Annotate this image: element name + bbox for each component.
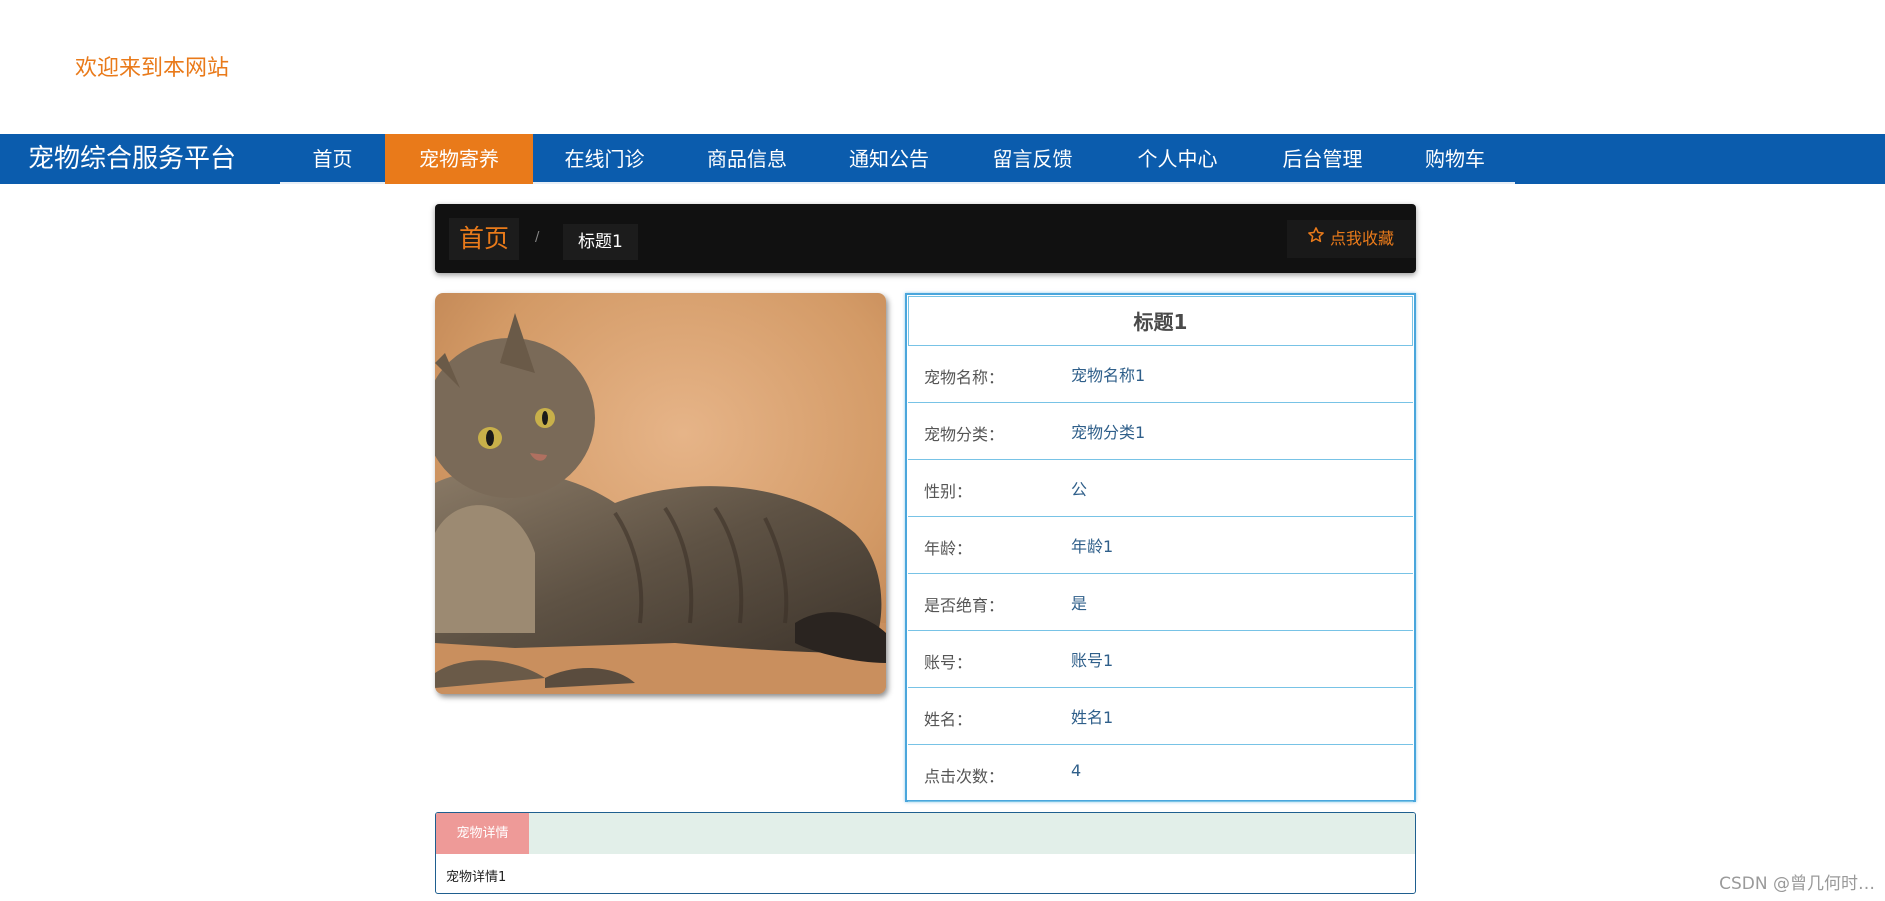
info-label: 年龄： xyxy=(924,539,973,558)
info-row-age: 年龄： 年龄1 xyxy=(908,517,1413,574)
nav-item-home[interactable]: 首页 xyxy=(280,134,385,184)
info-row-click-count: 点击次数： 4 xyxy=(908,745,1413,802)
favorite-label: 点我收藏 xyxy=(1329,229,1394,248)
pet-photo xyxy=(435,293,886,694)
watermark: CSDN @曾几何时… xyxy=(1719,874,1875,894)
nav-item-notices[interactable]: 通知公告 xyxy=(818,134,960,184)
info-row-pet-name: 宠物名称： 宠物名称1 xyxy=(908,346,1413,403)
info-value: 4 xyxy=(1071,761,1082,780)
info-row-name: 姓名： 姓名1 xyxy=(908,688,1413,745)
nav-item-admin[interactable]: 后台管理 xyxy=(1250,134,1395,184)
breadcrumb-separator: / xyxy=(535,230,540,245)
nav-item-cart[interactable]: 购物车 xyxy=(1395,134,1515,184)
main-navbar: 宠物综合服务平台 首页 宠物寄养 在线门诊 商品信息 通知公告 留言反馈 个人中… xyxy=(0,134,1885,184)
info-value: 年龄1 xyxy=(1071,537,1114,556)
site-brand[interactable]: 宠物综合服务平台 xyxy=(28,134,236,184)
info-row-gender: 性别： 公 xyxy=(908,460,1413,517)
info-label: 账号： xyxy=(924,653,973,672)
info-row-neutered: 是否绝育： 是 xyxy=(908,574,1413,631)
info-label: 姓名： xyxy=(924,710,973,729)
info-label: 性别： xyxy=(924,482,973,501)
info-row-account: 账号： 账号1 xyxy=(908,631,1413,688)
nav-item-pet-boarding[interactable]: 宠物寄养 xyxy=(385,134,533,184)
info-row-pet-category: 宠物分类： 宠物分类1 xyxy=(908,403,1413,460)
info-value: 账号1 xyxy=(1071,651,1114,670)
detail-tab-bar: 宠物详情 xyxy=(436,813,1415,854)
info-value: 姓名1 xyxy=(1071,708,1114,727)
pet-detail-panel: 宠物详情 宠物详情1 xyxy=(435,812,1416,894)
star-icon xyxy=(1307,220,1330,258)
pet-info-title: 标题1 xyxy=(908,296,1413,346)
info-label: 宠物分类： xyxy=(924,425,1005,444)
pet-info-panel: 标题1 宠物名称： 宠物名称1 宠物分类： 宠物分类1 性别： 公 年龄： 年龄… xyxy=(905,293,1416,802)
info-label: 点击次数： xyxy=(924,767,1005,786)
breadcrumb: 首页 / 标题1 点我收藏 xyxy=(435,204,1416,273)
breadcrumb-home[interactable]: 首页 xyxy=(449,218,520,260)
favorite-button[interactable]: 点我收藏 xyxy=(1286,220,1416,258)
pet-detail-content: 宠物详情1 xyxy=(446,870,507,885)
welcome-text: 欢迎来到本网站 xyxy=(75,56,230,81)
info-value: 宠物分类1 xyxy=(1071,423,1146,442)
info-label: 是否绝育： xyxy=(924,596,1005,615)
nav-menu: 首页 宠物寄养 在线门诊 商品信息 通知公告 留言反馈 个人中心 后台管理 购物… xyxy=(280,134,1515,184)
info-value: 公 xyxy=(1071,480,1088,499)
info-value: 宠物名称1 xyxy=(1071,366,1146,385)
nav-item-feedback[interactable]: 留言反馈 xyxy=(960,134,1105,184)
breadcrumb-current: 标题1 xyxy=(563,224,638,260)
info-label: 宠物名称： xyxy=(924,368,1005,387)
info-value: 是 xyxy=(1071,594,1088,613)
nav-item-personal-center[interactable]: 个人中心 xyxy=(1105,134,1250,184)
nav-item-online-clinic[interactable]: 在线门诊 xyxy=(533,134,676,184)
tab-pet-detail[interactable]: 宠物详情 xyxy=(436,813,529,854)
nav-item-products[interactable]: 商品信息 xyxy=(676,134,818,184)
